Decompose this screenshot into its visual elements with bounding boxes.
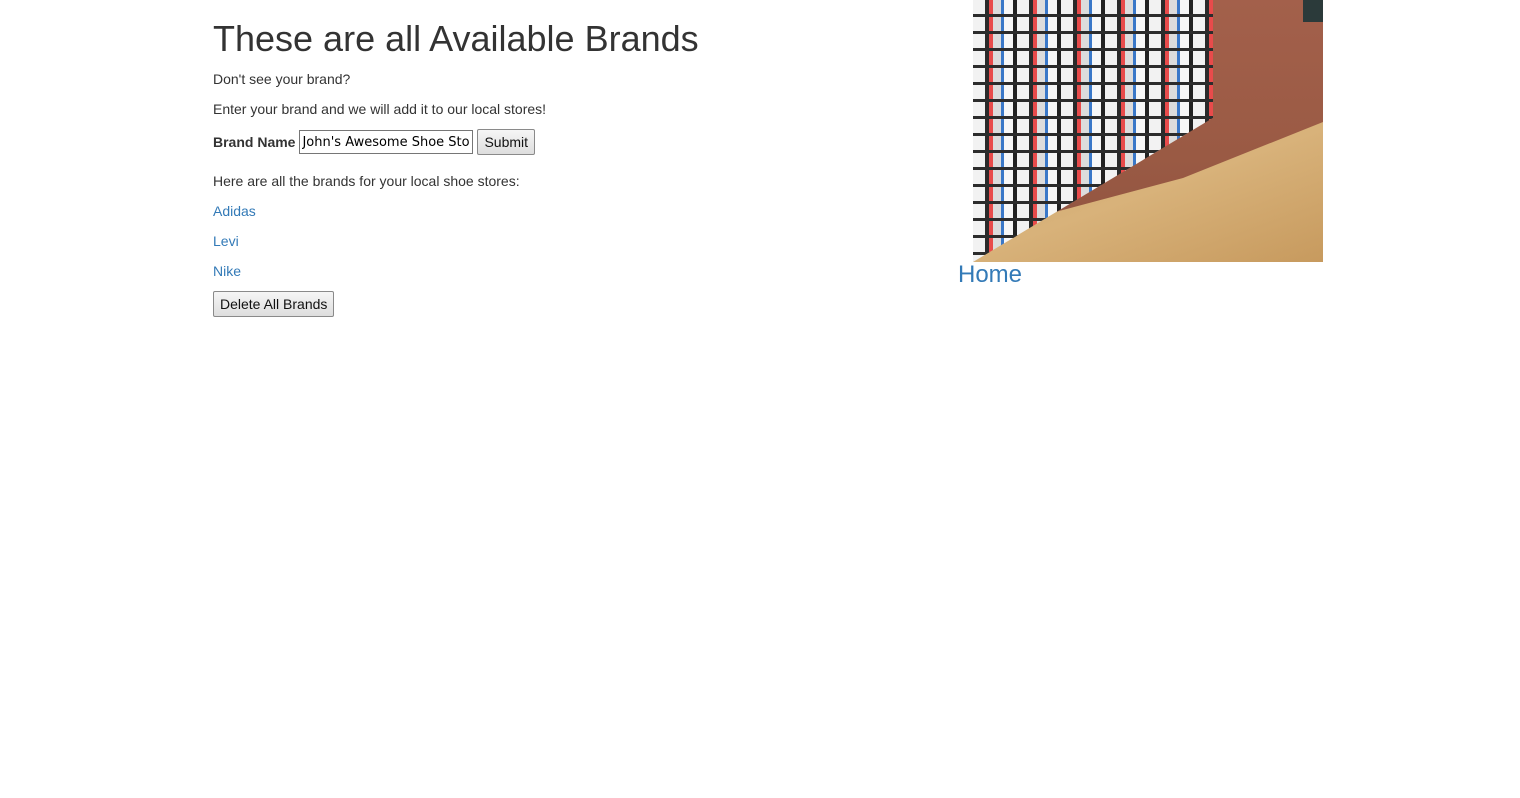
list-item: Nike [213, 261, 256, 291]
home-link[interactable]: Home [958, 260, 1022, 290]
list-item: Adidas [213, 201, 256, 231]
brand-prompt: Don't see your brand? [213, 71, 351, 87]
delete-all-brands-button[interactable]: Delete All Brands [213, 291, 335, 317]
brand-link-nike[interactable]: Nike [213, 263, 241, 279]
page-title: These are all Available Brands [213, 18, 699, 59]
shoe-store-image [973, 0, 1323, 262]
list-item: Levi [213, 231, 256, 261]
submit-button[interactable]: Submit [477, 129, 536, 155]
brand-name-label: Brand Name [213, 134, 296, 150]
brands-intro: Here are all the brands for your local s… [213, 173, 520, 189]
image-beam [1303, 0, 1323, 22]
add-brand-form: Brand Name Submit [213, 129, 536, 155]
brand-name-input[interactable] [299, 130, 474, 154]
instructions-text: Enter your brand and we will add it to o… [213, 101, 547, 117]
brand-list: Adidas Levi Nike [213, 201, 256, 291]
brand-link-levi[interactable]: Levi [213, 233, 239, 249]
page: These are all Available Brands Don't see… [0, 0, 1520, 798]
brand-link-adidas[interactable]: Adidas [213, 203, 256, 219]
